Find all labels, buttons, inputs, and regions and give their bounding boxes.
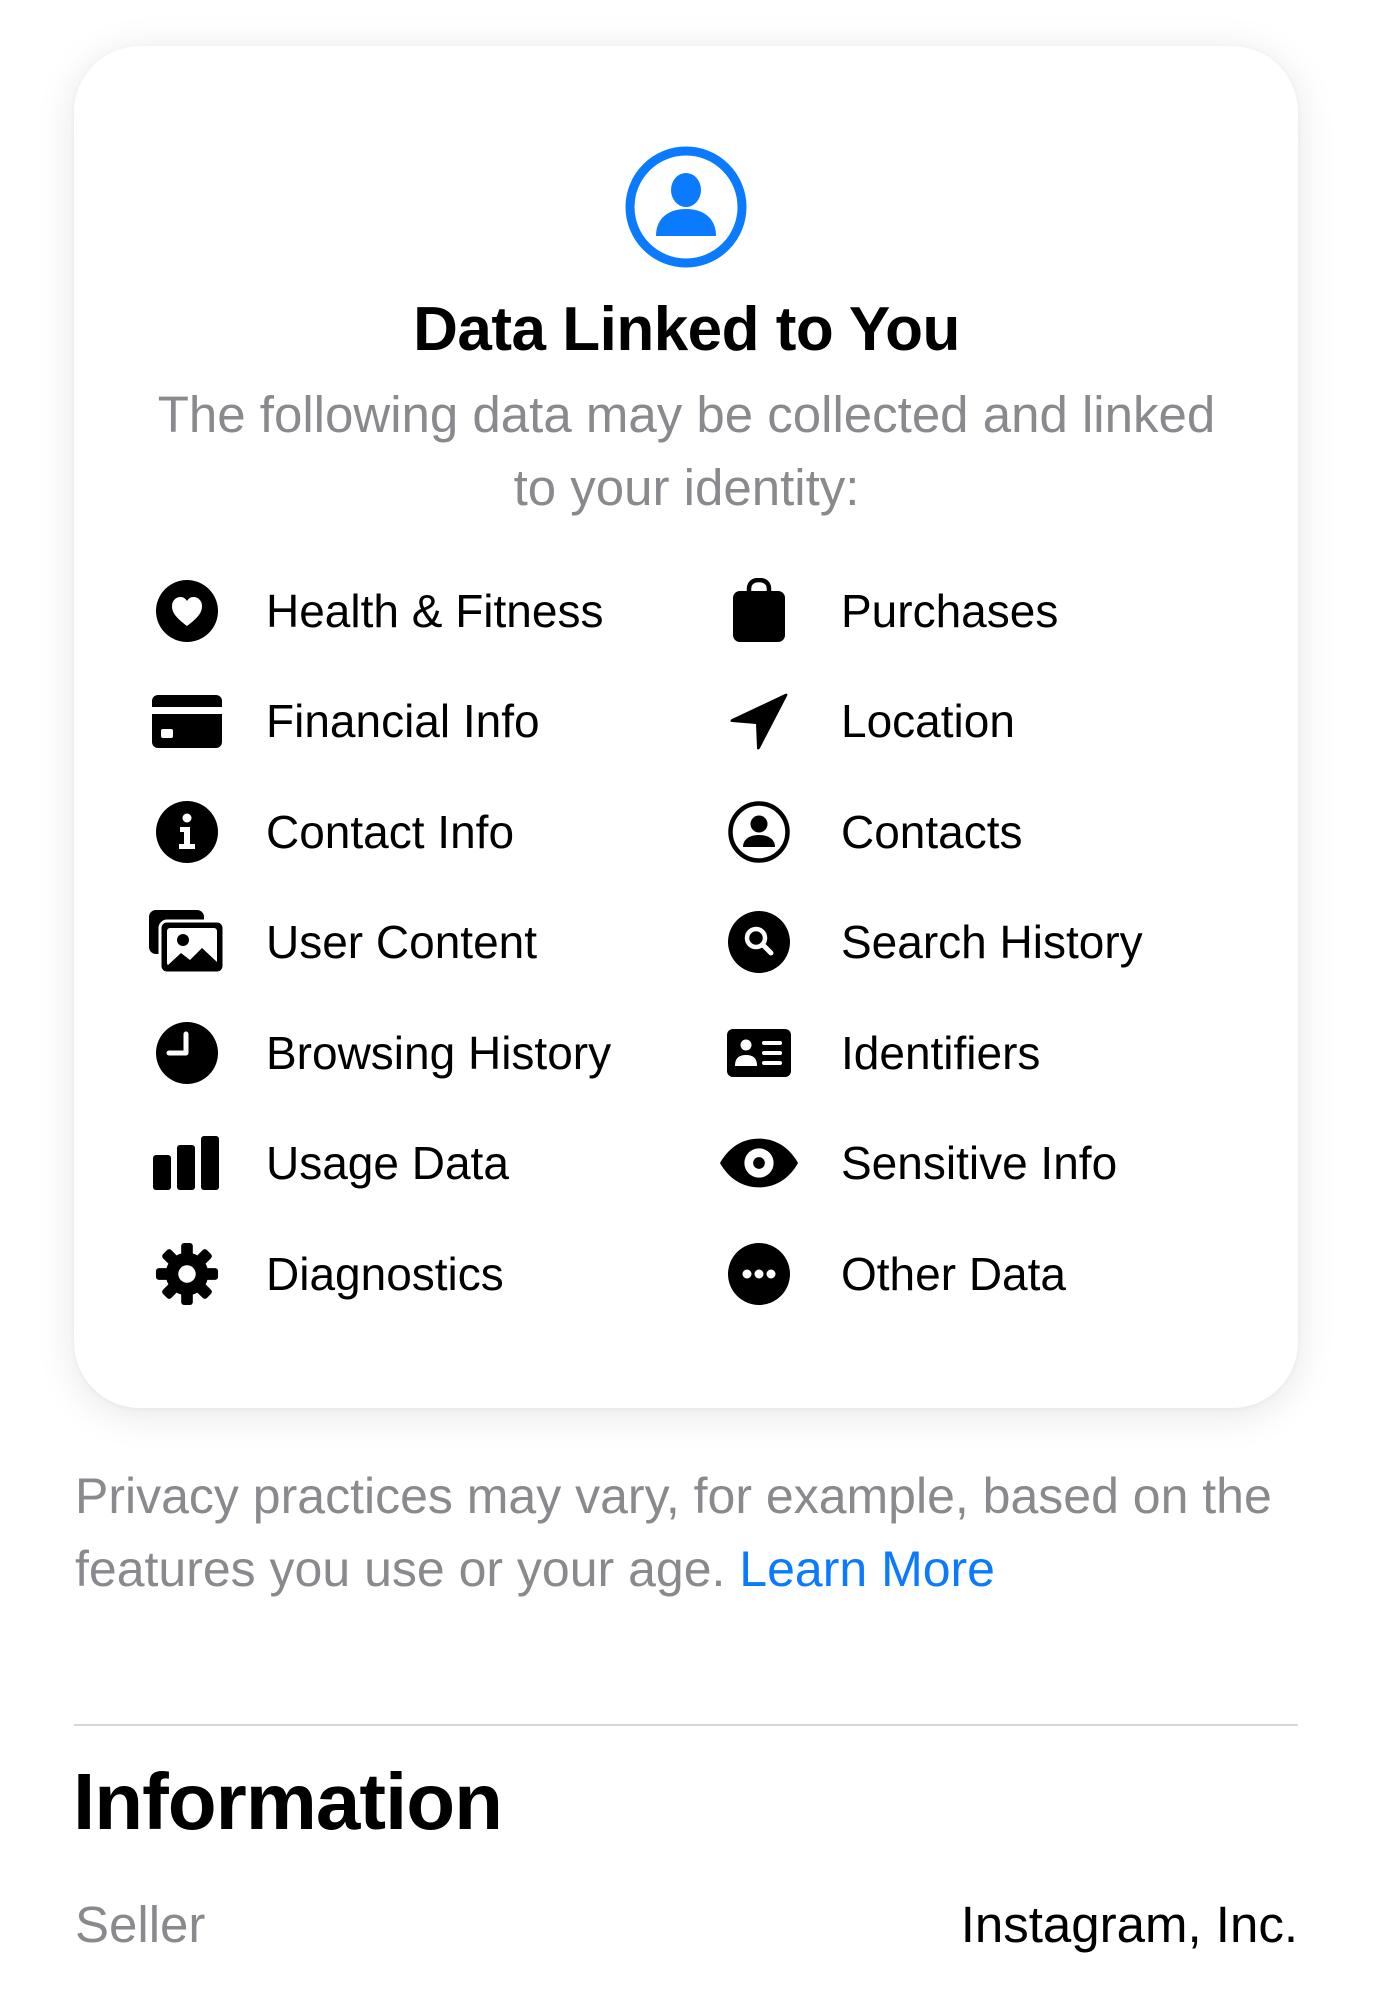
info-circle-icon — [147, 792, 227, 872]
data-type-search-history: Search History — [719, 902, 1143, 982]
data-type-label: Purchases — [841, 585, 1059, 637]
data-type-user-content: User Content — [147, 902, 537, 982]
data-type-browsing-history: Browsing History — [147, 1013, 611, 1093]
data-type-label: Usage Data — [266, 1137, 509, 1189]
data-type-identifiers: Identifiers — [719, 1013, 1040, 1093]
data-type-label: Browsing History — [266, 1027, 612, 1079]
person-circle-icon — [624, 145, 748, 269]
data-type-purchases: Purchases — [719, 571, 1058, 651]
privacy-disclaimer: Privacy practices may vary, for example,… — [75, 1460, 1315, 1606]
data-type-health-fitness: Health & Fitness — [147, 571, 603, 651]
data-type-location: Location — [719, 681, 1015, 761]
data-type-label: Other Data — [841, 1248, 1066, 1300]
card-subtitle: The following data may be collected and … — [157, 386, 1216, 516]
location-arrow-icon — [719, 681, 799, 761]
eye-icon — [719, 1123, 799, 1203]
data-type-label: Contact Info — [266, 806, 515, 858]
data-type-financial-info: Financial Info — [147, 681, 540, 761]
info-value: Instagram, Inc. — [960, 1896, 1298, 1953]
information-heading: Information — [73, 1757, 503, 1846]
data-type-contact-info: Contact Info — [147, 792, 514, 872]
disclaimer-text: Privacy practices may vary, for example,… — [75, 1468, 1272, 1597]
learn-more-link[interactable]: Learn More — [739, 1541, 995, 1597]
card-title: Data Linked to You — [413, 295, 960, 364]
data-type-usage-data: Usage Data — [147, 1123, 509, 1203]
data-type-sensitive-info: Sensitive Info — [719, 1123, 1117, 1203]
data-type-label: Identifiers — [841, 1027, 1041, 1079]
data-type-label: Diagnostics — [266, 1248, 504, 1300]
data-type-label: Location — [841, 695, 1015, 747]
person-circle-outline-icon — [719, 792, 799, 872]
data-type-label: Financial Info — [266, 695, 540, 747]
credit-card-icon — [147, 681, 227, 761]
data-type-contacts: Contacts — [719, 792, 1023, 872]
search-circle-icon — [719, 902, 799, 982]
data-type-label: Search History — [841, 916, 1143, 968]
info-key: Seller — [75, 1896, 206, 1953]
clock-icon — [147, 1013, 227, 1093]
section-divider — [74, 1724, 1298, 1726]
ellipsis-circle-icon — [719, 1234, 799, 1314]
info-row-seller: Seller Instagram, Inc. — [75, 1890, 1298, 1960]
photos-icon — [147, 902, 227, 982]
data-type-label: Health & Fitness — [266, 585, 604, 637]
shopping-bag-icon — [719, 571, 799, 651]
heart-circle-icon — [147, 571, 227, 651]
data-type-other-data: Other Data — [719, 1234, 1066, 1314]
data-type-label: Sensitive Info — [841, 1137, 1118, 1189]
data-type-label: User Content — [266, 916, 538, 968]
id-card-icon — [719, 1013, 799, 1093]
bar-chart-icon — [147, 1123, 227, 1203]
data-type-diagnostics: Diagnostics — [147, 1234, 504, 1314]
gear-icon — [147, 1234, 227, 1314]
data-type-label: Contacts — [841, 806, 1023, 858]
